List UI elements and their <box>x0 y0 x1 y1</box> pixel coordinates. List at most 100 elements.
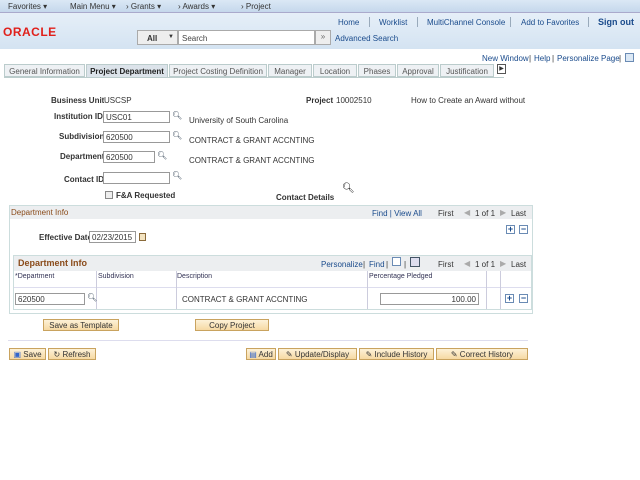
add-label: Add <box>258 350 273 359</box>
column-header-description: Description <box>177 273 213 280</box>
first-link: First <box>438 209 454 218</box>
row-count: 1 of 1 <box>475 209 496 218</box>
add-icon: ▤ <box>249 350 257 359</box>
sign-out-link[interactable]: Sign out <box>598 17 634 27</box>
search-input[interactable]: Search <box>178 30 315 45</box>
advanced-search-link[interactable]: Advanced Search <box>335 34 398 43</box>
tab-project-costing-definition[interactable]: Project Costing Definition <box>169 64 267 77</box>
fa-requested-label: F&A Requested <box>116 191 176 200</box>
tab-location[interactable]: Location <box>313 64 357 77</box>
include-history-button[interactable]: ✎ Include History <box>359 348 434 360</box>
tab-phases[interactable]: Phases <box>358 64 396 77</box>
save-as-template-button[interactable]: Save as Template <box>43 319 119 331</box>
search-icon[interactable]: 🔍︎ <box>172 171 182 180</box>
search-icon[interactable]: 🔍︎ <box>172 111 182 120</box>
save-button[interactable]: ▣ Save <box>9 348 46 360</box>
tab-approval[interactable]: Approval <box>397 64 439 77</box>
delete-row-icon[interactable]: − <box>519 225 528 234</box>
institution-description: University of South Carolina <box>189 116 289 125</box>
grid-row-count: 1 of 1 <box>475 260 496 269</box>
add-to-favorites-link[interactable]: Add to Favorites <box>521 18 579 27</box>
effective-date-label: Effective Date <box>39 233 92 242</box>
find-view-all-link[interactable]: Find | View All <box>372 209 422 218</box>
effective-date-input[interactable]: 02/23/2015 <box>89 231 136 243</box>
subdivision-label: Subdivision <box>59 132 105 141</box>
row-percentage-input[interactable]: 100.00 <box>380 293 479 305</box>
project-value: 10002510 <box>336 96 372 105</box>
institution-id-label: Institution ID <box>54 112 103 121</box>
chevron-down-icon: ▼ <box>168 34 174 40</box>
calendar-icon[interactable] <box>139 233 146 241</box>
pencil-icon: ✎ <box>285 350 293 359</box>
refresh-label: Refresh <box>62 350 91 359</box>
project-description: How to Create an Award without <box>411 96 526 105</box>
worklist-link[interactable]: Worklist <box>379 18 407 27</box>
add-row-icon[interactable]: + <box>506 225 515 234</box>
view-all-icon[interactable] <box>392 257 401 266</box>
search-icon[interactable]: 🔍︎ <box>172 131 182 140</box>
search-icon[interactable]: 🔍︎ <box>87 293 97 302</box>
save-label: Save <box>23 350 42 359</box>
breadcrumb-project[interactable]: › Project <box>241 2 271 11</box>
contact-details-label: Contact Details <box>276 193 335 202</box>
column-header-percentage: Percentage Pledged <box>369 273 433 280</box>
business-unit-value: USCSP <box>104 96 132 105</box>
copy-project-button[interactable]: Copy Project <box>195 319 269 331</box>
row-description: CONTRACT & GRANT ACCNTING <box>182 295 308 304</box>
search-scope-value: All <box>147 34 158 43</box>
header: ORACLE Home Worklist MultiChannel Consol… <box>0 13 640 49</box>
previous-icon: ◀ <box>464 259 471 268</box>
department-description: CONTRACT & GRANT ACCNTING <box>189 156 315 165</box>
search-icon[interactable]: 🔍︎ <box>157 151 167 160</box>
grid-icon[interactable] <box>625 53 634 62</box>
row-department-input[interactable]: 620500 <box>15 293 85 305</box>
tab-project-department[interactable]: Project Department <box>86 64 168 78</box>
home-link[interactable]: Home <box>338 18 359 27</box>
department-input[interactable]: 620500 <box>103 151 155 163</box>
fa-requested-checkbox[interactable] <box>105 191 113 199</box>
contact-id-input[interactable] <box>103 172 170 184</box>
history-icon: ✎ <box>365 350 373 359</box>
multichannel-console-link[interactable]: MultiChannel Console <box>427 18 505 27</box>
grid-last-link: Last <box>511 260 527 269</box>
contact-id-label: Contact ID <box>64 175 104 184</box>
search-scope-select[interactable]: All ▼ <box>137 30 178 45</box>
favorites-menu[interactable]: Favorites ▾ <box>8 2 47 11</box>
tab-general-information[interactable]: General Information <box>4 64 85 77</box>
update-display-button[interactable]: ✎ Update/Display <box>278 348 357 360</box>
add-button[interactable]: ▤ Add <box>246 348 276 360</box>
grid-find-link[interactable]: Find <box>369 260 385 269</box>
main-menu[interactable]: Main Menu ▾ <box>70 2 116 11</box>
tab-justification[interactable]: Justification <box>440 64 494 77</box>
personalize-page-link[interactable]: Personalize Page <box>557 54 620 63</box>
breadcrumb-grants[interactable]: › Grants ▾ <box>126 2 161 11</box>
grid-title: Department Info <box>18 258 88 268</box>
grid-personalize-link[interactable]: Personalize <box>321 260 363 269</box>
save-icon: ▣ <box>13 350 22 359</box>
grid-first-link: First <box>438 260 454 269</box>
tab-scroll-right-icon[interactable]: ▶ <box>497 64 506 74</box>
previous-icon: ◀ <box>464 208 471 217</box>
subdivision-description: CONTRACT & GRANT ACCNTING <box>189 136 315 145</box>
institution-id-input[interactable]: USC01 <box>103 111 170 123</box>
next-icon: ▶ <box>500 208 507 217</box>
oracle-logo: ORACLE <box>3 25 57 39</box>
refresh-button[interactable]: ↻ Refresh <box>48 348 96 360</box>
help-link[interactable]: Help <box>534 54 550 63</box>
contact-details-search-icon[interactable]: 🔍︎ <box>342 183 355 194</box>
project-label: Project <box>306 96 334 105</box>
include-history-label: Include History <box>374 350 428 359</box>
next-icon: ▶ <box>500 259 507 268</box>
download-icon[interactable] <box>410 257 420 267</box>
last-link: Last <box>511 209 527 218</box>
department-info-title: Department Info <box>11 208 69 217</box>
delete-row-icon[interactable]: − <box>519 294 528 303</box>
subdivision-input[interactable]: 620500 <box>103 131 170 143</box>
new-window-link[interactable]: New Window <box>482 54 529 63</box>
breadcrumb-awards[interactable]: › Awards ▾ <box>178 2 215 11</box>
search-go-button[interactable]: » <box>315 30 331 45</box>
correct-history-button[interactable]: ✎ Correct History <box>436 348 528 360</box>
tab-manager[interactable]: Manager <box>268 64 312 77</box>
column-header-subdivision: Subdivision <box>98 273 134 280</box>
add-row-icon[interactable]: + <box>505 294 514 303</box>
